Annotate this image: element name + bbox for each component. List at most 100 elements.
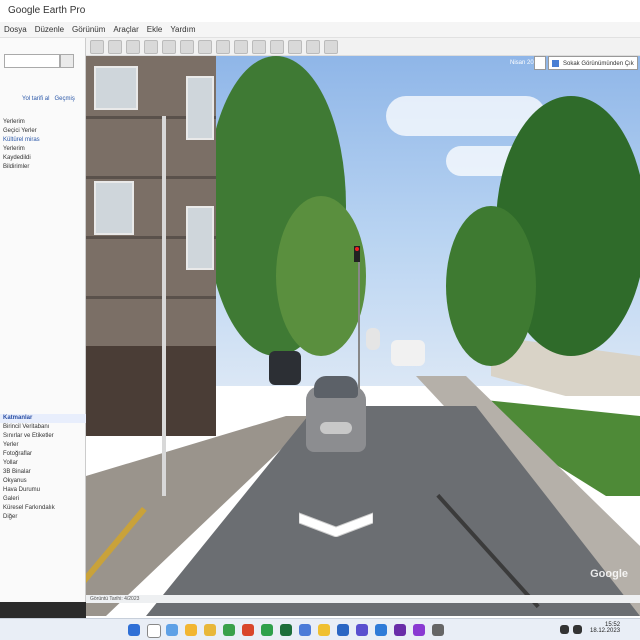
exit-street-view-label: Sokak Görünümünden Çık [563, 61, 634, 67]
directions-link[interactable]: Yol tarifi al [22, 96, 49, 102]
path-button[interactable] [144, 39, 158, 54]
map-pin-icon[interactable] [534, 56, 546, 70]
save-image-button[interactable] [306, 39, 320, 54]
ruler-button[interactable] [252, 39, 266, 54]
search-input[interactable] [4, 54, 60, 68]
layer-item[interactable]: Fotoğraflar [0, 450, 86, 459]
blurred-plate [320, 422, 352, 434]
folder-icon[interactable] [204, 624, 216, 636]
google-earth-icon[interactable] [337, 624, 349, 636]
google-earth-window: Google Earth Pro Dosya Düzenle Görünüm A… [0, 0, 640, 640]
search-icon[interactable] [60, 54, 74, 68]
onenote-icon[interactable] [394, 624, 406, 636]
app-icon[interactable] [432, 624, 444, 636]
places-item[interactable]: Kültürel miras [0, 136, 86, 145]
email-button[interactable] [270, 39, 284, 54]
app-icon[interactable] [280, 624, 292, 636]
places-panel: Yerlerim Geçici Yerler Kültürel miras Ye… [0, 118, 86, 172]
placemark-button[interactable] [108, 39, 122, 54]
white-car [391, 340, 425, 366]
menu-help[interactable]: Yardım [170, 22, 195, 37]
car-windshield [314, 376, 358, 398]
building-window [186, 206, 214, 270]
menu-edit[interactable]: Düzenle [35, 22, 64, 37]
menu-view[interactable]: Görünüm [72, 22, 105, 37]
wifi-icon[interactable] [560, 625, 569, 634]
menu-bar: Dosya Düzenle Görünüm Araçlar Ekle Yardı… [0, 22, 640, 38]
places-item[interactable]: Yerlerim [0, 118, 86, 127]
app-icon[interactable] [242, 624, 254, 636]
parked-car [269, 351, 301, 385]
layer-item[interactable]: Hava Durumu [0, 486, 86, 495]
traffic-light [354, 246, 360, 262]
layer-item[interactable]: Okyanus [0, 477, 86, 486]
menu-add[interactable]: Ekle [147, 22, 163, 37]
clock[interactable]: 15:52 18.12.2023 [590, 622, 620, 634]
teams-icon[interactable] [356, 624, 368, 636]
search-icon[interactable] [147, 624, 161, 638]
sunlight-button[interactable] [216, 39, 230, 54]
places-item[interactable]: Yerlerim [0, 145, 86, 154]
speaker-icon[interactable] [573, 625, 582, 634]
hide-sidebar-button[interactable] [90, 39, 104, 54]
excel-icon[interactable] [261, 624, 273, 636]
polygon-button[interactable] [126, 39, 140, 54]
places-item[interactable]: Geçici Yerler [0, 127, 86, 136]
layer-item[interactable]: Galeri [0, 495, 86, 504]
foreground-car [306, 376, 366, 458]
windows-taskbar: 15:52 18.12.2023 [0, 618, 640, 640]
building-window [94, 181, 134, 235]
file-explorer-icon[interactable] [185, 624, 197, 636]
chrome-icon[interactable] [223, 624, 235, 636]
navigate-arrow-icon[interactable] [299, 503, 373, 537]
menu-tools[interactable]: Araçlar [113, 22, 138, 37]
street-pole [162, 116, 166, 496]
layer-item[interactable]: Yerler [0, 441, 86, 450]
layer-item[interactable]: Diğer [0, 513, 86, 522]
toolbar [86, 38, 640, 56]
building-ledge [86, 296, 216, 299]
tour-button[interactable] [180, 39, 194, 54]
layers-panel: Katmanlar Birincil Veritabanı Sınırlar v… [0, 414, 86, 522]
google-watermark: Google [590, 568, 628, 580]
building-ledge [86, 176, 216, 179]
google-maps-button[interactable] [324, 39, 338, 54]
layer-item[interactable]: Küresel Farkındalık [0, 504, 86, 513]
layer-item[interactable]: Birincil Veritabanı [0, 423, 86, 432]
task-view-icon[interactable] [166, 624, 178, 636]
layer-item[interactable]: Sınırlar ve Etiketler [0, 432, 86, 441]
layers-header[interactable]: Katmanlar [0, 414, 86, 423]
van [366, 328, 380, 350]
start-icon[interactable] [128, 624, 140, 636]
red-light [355, 247, 359, 251]
apartment-building [86, 56, 216, 436]
window-title: Google Earth Pro [8, 5, 86, 16]
outlook-icon[interactable] [375, 624, 387, 636]
shop-front [86, 346, 216, 436]
word-icon[interactable] [299, 624, 311, 636]
places-item[interactable]: Kaydedildi [0, 154, 86, 163]
historical-imagery-button[interactable] [198, 39, 212, 54]
app-icon[interactable] [318, 624, 330, 636]
history-link[interactable]: Geçmiş [54, 96, 74, 102]
sidebar-footer [0, 602, 86, 618]
building-window [186, 76, 214, 140]
status-bar: Görüntü Tarihi: 4/2023 [86, 595, 640, 603]
layer-item[interactable]: 3B Binalar [0, 468, 86, 477]
menu-file[interactable]: Dosya [4, 22, 27, 37]
title-bar: Google Earth Pro [0, 0, 640, 23]
layer-item[interactable]: Yollar [0, 459, 86, 468]
street-view-panel[interactable]: Nisan 2023 Sokak Görünümünden Çık Google [86, 56, 640, 616]
building-window [94, 66, 138, 110]
exit-icon [552, 60, 559, 67]
traffic-light-pole [358, 261, 360, 391]
planets-button[interactable] [234, 39, 248, 54]
tree [276, 196, 366, 356]
search-links: Yol tarifi al Geçmiş [22, 96, 75, 102]
overlay-button[interactable] [162, 39, 176, 54]
print-button[interactable] [288, 39, 302, 54]
clock-date: 18.12.2023 [590, 628, 621, 634]
exit-street-view-button[interactable]: Sokak Görünümünden Çık [548, 56, 638, 70]
places-item[interactable]: Bildirimler [0, 163, 86, 172]
app-icon[interactable] [413, 624, 425, 636]
